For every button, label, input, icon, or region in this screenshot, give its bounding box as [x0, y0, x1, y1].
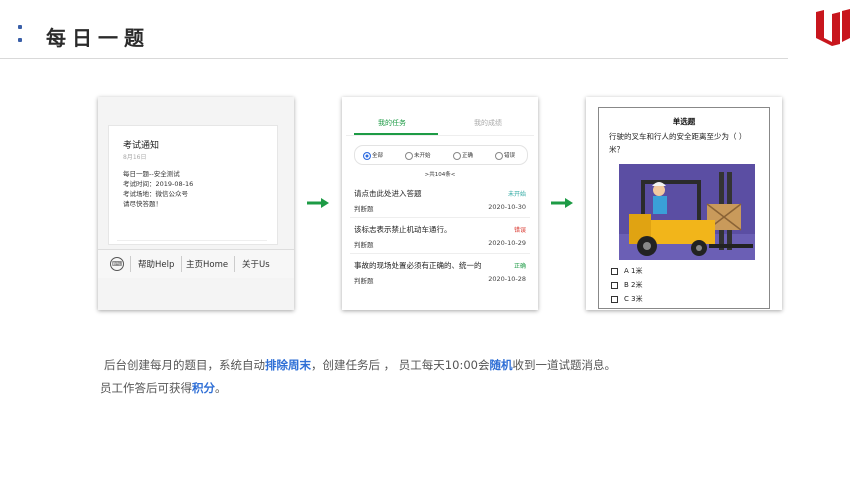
notification-screenshot: 考试通知 8月16日 每日一题--安全测试 考试时间：2019-08-16 考试…	[98, 97, 294, 310]
checkbox-icon	[611, 267, 618, 275]
arrow-right-icon	[551, 198, 573, 208]
highlight-random: 随机	[489, 358, 513, 372]
status-badge: 正确	[513, 263, 526, 270]
radio-icon	[495, 151, 503, 160]
option-a[interactable]: A 1米	[611, 266, 642, 276]
filter-label: 全部	[372, 153, 384, 159]
task-type: 判断题	[354, 277, 374, 285]
tab-my-scores[interactable]: 我的成绩	[474, 118, 502, 128]
task-type: 判断题	[354, 205, 374, 213]
menu-help[interactable]: 帮助Help	[138, 258, 174, 270]
divider	[350, 217, 530, 218]
task-question[interactable]: 事故的现场处置必须有正确的、统一的	[354, 260, 504, 271]
notification-line: 考试场地：微信公众号	[123, 190, 188, 198]
description-text: 。	[215, 381, 227, 395]
description-text: 员工作答后可获得	[100, 381, 192, 395]
description-line-1: 后台创建每月的题目，系统自动排除周末，创建任务后 ， 员工每天10:00会随机收…	[104, 357, 616, 373]
divider	[117, 240, 267, 241]
option-c[interactable]: C 3米	[611, 294, 643, 304]
brand-logo-icon	[816, 9, 850, 46]
filter-all[interactable]: 全部	[363, 151, 383, 160]
task-question[interactable]: 请点击此处进入答题	[354, 188, 422, 199]
filter-label: 错误	[504, 153, 516, 159]
tab-my-tasks[interactable]: 我的任务	[378, 118, 406, 128]
notification-line: 请尽快答题！	[123, 200, 162, 208]
radio-icon	[453, 151, 461, 160]
menu-home[interactable]: 主页Home	[186, 258, 228, 270]
status-badge: 未开始	[507, 191, 526, 198]
description-line-2: 员工作答后可获得积分。	[100, 380, 227, 396]
arrow-right-icon	[307, 198, 329, 208]
highlight-exclude-weekends: 排除周末	[265, 358, 311, 372]
task-date: 2020-10-30	[488, 203, 526, 211]
radio-icon	[405, 151, 413, 160]
active-tab-indicator	[354, 133, 438, 135]
highlight-points: 积分	[192, 381, 215, 395]
notification-line: 每日一题--安全测试	[123, 170, 180, 178]
notification-message[interactable]: 考试通知 8月16日 每日一题--安全测试 考试时间：2019-08-16 考试…	[108, 125, 278, 257]
option-b[interactable]: B 2米	[611, 280, 642, 290]
header-accent-dots	[18, 25, 23, 51]
divider	[181, 256, 182, 272]
status-filter: 全部 未开始 正确 错误	[354, 145, 528, 165]
status-badge: 错误	[513, 227, 526, 234]
notification-title: 考试通知	[123, 141, 160, 151]
header-divider	[0, 58, 788, 59]
task-tabs: 我的任务 我的成绩	[346, 111, 534, 136]
divider	[350, 253, 530, 254]
task-list-screenshot: 我的任务 我的成绩 全部 未开始 正确 错误 >共104条< 请点击此处进入答题…	[342, 97, 538, 310]
task-question[interactable]: 该标志表示禁止机动车通行。	[354, 224, 452, 235]
option-label: B 2米	[624, 281, 643, 289]
keyboard-icon[interactable]: ⌨	[110, 257, 124, 271]
filter-correct[interactable]: 正确	[453, 151, 473, 160]
divider	[234, 256, 235, 272]
checkbox-icon	[611, 281, 618, 289]
filter-label: 未开始	[414, 153, 431, 159]
description-text: ，创建任务后 ， 员工每天10:00会	[311, 358, 490, 372]
question-heading: 单选题	[672, 117, 696, 126]
notification-line: 考试时间：2019-08-16	[123, 180, 194, 188]
description-text: 后台创建每月的题目，系统自动	[104, 358, 265, 372]
question-panel: 单选题 行驶的叉车和行人的安全距离至少为（ ）米？ A 1米 B 2米 C 3米	[598, 107, 770, 309]
question-text: 行驶的叉车和行人的安全距离至少为（ ）米？	[609, 132, 747, 154]
total-count: >共104条<	[424, 172, 456, 178]
description-text: 收到一道试题消息。	[512, 358, 616, 372]
notification-date: 8月16日	[123, 154, 147, 161]
divider	[130, 256, 131, 272]
filter-label: 正确	[462, 153, 474, 159]
option-label: C 3米	[624, 295, 643, 303]
option-label: A 1米	[624, 267, 643, 275]
menu-about[interactable]: 关于Us	[242, 258, 270, 270]
task-type: 判断题	[354, 241, 374, 249]
forklift-illustration	[619, 164, 755, 260]
wechat-menu-bar: ⌨ 帮助Help 主页Home 关于Us	[98, 249, 294, 278]
checkbox-icon	[611, 295, 618, 303]
task-date: 2020-10-28	[488, 275, 526, 283]
task-date: 2020-10-29	[488, 239, 526, 247]
question-screenshot: 单选题 行驶的叉车和行人的安全距离至少为（ ）米？ A 1米 B 2米 C 3米	[586, 97, 782, 310]
page-title: 每日一题	[46, 26, 150, 50]
radio-checked-icon	[363, 151, 371, 160]
filter-wrong[interactable]: 错误	[495, 151, 515, 160]
filter-not-started[interactable]: 未开始	[405, 151, 431, 160]
